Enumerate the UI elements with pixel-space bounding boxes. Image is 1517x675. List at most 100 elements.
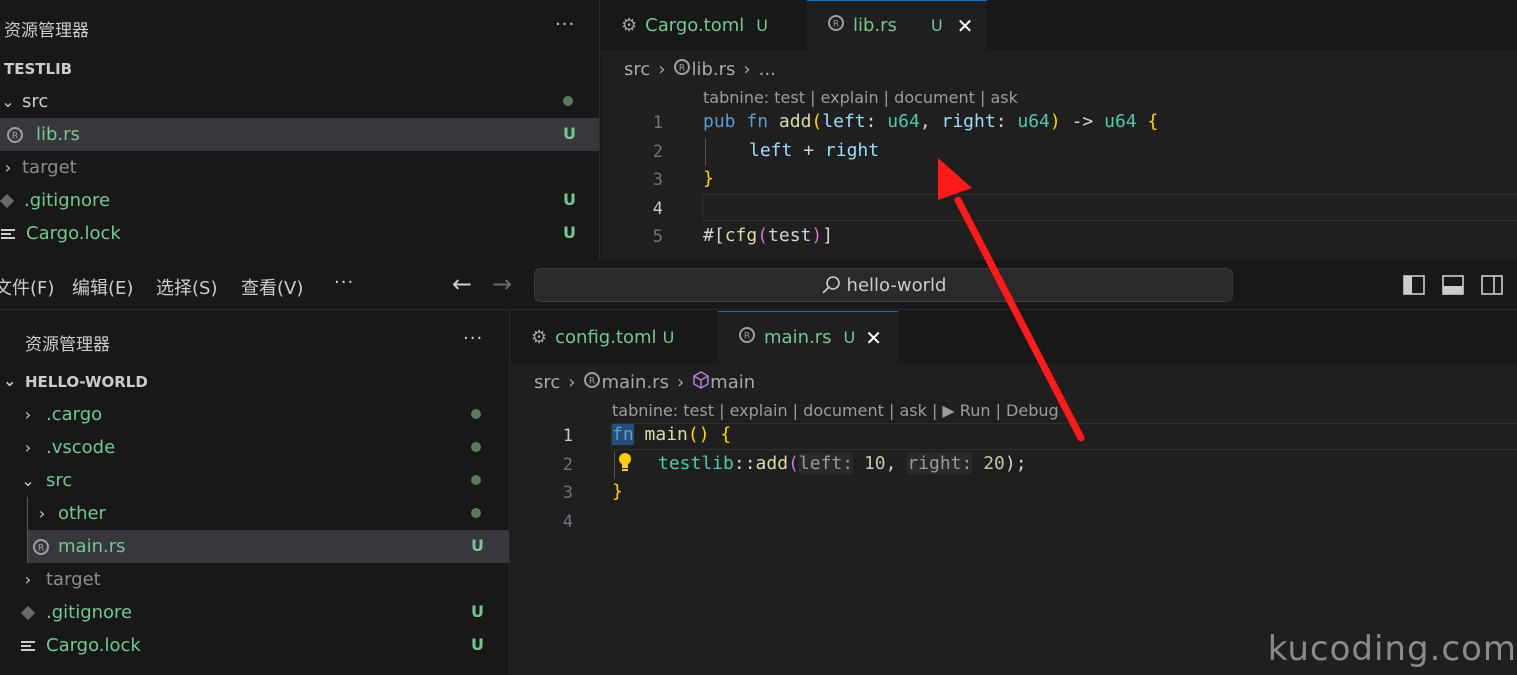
rust-file-icon: R [32, 538, 50, 556]
tree-file-gitignore[interactable]: .gitignore [20, 596, 509, 629]
attr-open: #[ [703, 225, 725, 246]
tree-item-label: target [46, 569, 101, 590]
breadcrumb-file[interactable]: lib.rs [691, 59, 735, 80]
tree-item-label: .gitignore [46, 602, 133, 623]
function-name: main [644, 424, 688, 445]
tree-item-label: .gitignore [24, 190, 111, 211]
tabnine-codelens[interactable]: tabnine: test | explain | document | ask [703, 88, 1018, 107]
tab-bar: ⚙ Cargo.toml U R lib.rs U ✕ [601, 0, 1517, 50]
project-header[interactable]: ⌄ HELLO-WORLD [3, 371, 148, 391]
keyword: pub [703, 111, 736, 132]
project-name: HELLO-WORLD [25, 373, 148, 391]
module: testlib [658, 453, 734, 474]
number: 10 [863, 453, 886, 474]
breadcrumb-symbol[interactable]: main [710, 372, 755, 393]
project-header[interactable]: TESTLIB [4, 60, 72, 78]
line-number: 3 [652, 170, 663, 190]
code-line-3[interactable]: } [703, 168, 714, 189]
code-line-2[interactable]: left + right [749, 140, 879, 161]
top-vscode-window: 资源管理器 ··· TESTLIB ⌄ src R lib.rs U › tar… [0, 0, 1517, 260]
explorer-more-button[interactable]: ··· [463, 328, 483, 349]
modified-dot [563, 96, 573, 106]
toggle-primary-sidebar-icon[interactable] [1403, 274, 1425, 296]
svg-text:R: R [12, 131, 18, 141]
tabnine-codelens[interactable]: tabnine: test | explain | document | ask… [612, 401, 1059, 420]
menu-selection[interactable]: 选择(S) [156, 274, 217, 300]
function-name: add [755, 453, 789, 474]
tree-folder-other[interactable]: › other [34, 497, 509, 530]
tab-main-rs[interactable]: R main.rs U ✕ [718, 311, 898, 363]
inlay-hint: left: [798, 453, 854, 474]
breadcrumb-file[interactable]: main.rs [601, 372, 668, 393]
modified-dot [471, 442, 481, 452]
keyword: fn [612, 424, 634, 445]
chevron-right-icon: › [658, 59, 666, 80]
tab-cargo-toml[interactable]: ⚙ Cargo.toml U [601, 0, 805, 50]
code-line-3[interactable]: } [612, 481, 623, 502]
menu-view[interactable]: 查看(V) [241, 274, 303, 300]
untracked-badge: U [471, 635, 484, 654]
tree-file-gitignore[interactable]: .gitignore [0, 184, 599, 217]
lines-file-icon [20, 637, 36, 655]
chevron-right-icon: › [38, 504, 46, 523]
tab-label: config.toml [555, 326, 657, 348]
tree-folder-target[interactable]: › target [20, 563, 509, 596]
code-line-5[interactable]: #[cfg(test)] [703, 225, 833, 246]
menu-file[interactable]: 文件(F) [0, 274, 54, 300]
search-icon [821, 275, 841, 295]
tab-config-toml[interactable]: ⚙ config.toml U [511, 311, 716, 363]
tree-file-cargo-lock[interactable]: Cargo.lock [20, 629, 509, 662]
chevron-right-icon: › [676, 372, 685, 393]
menu-edit[interactable]: 编辑(E) [72, 274, 133, 300]
tab-bar: ⚙ config.toml U R main.rs U ✕ [511, 311, 1517, 363]
tree-file-lib-rs[interactable]: R lib.rs [0, 118, 599, 151]
code-line-1[interactable]: pub fn add(left: u64, right: u64) -> u64… [703, 111, 1158, 132]
modified-dot [471, 475, 481, 485]
breadcrumb-folder[interactable]: src [534, 372, 560, 393]
menu-more-button[interactable]: ··· [334, 272, 354, 293]
function-name: add [778, 111, 812, 132]
forward-arrow-icon[interactable]: → [492, 270, 512, 298]
command-center-search[interactable]: hello-world [534, 268, 1233, 302]
lightbulb-icon[interactable] [615, 451, 635, 477]
breadcrumb-tail[interactable]: ... [759, 59, 776, 80]
tree-item-label: target [22, 157, 77, 178]
untracked-badge: U [930, 16, 943, 35]
tree-folder-src[interactable]: ⌄ src [20, 464, 509, 497]
editor-area: ⚙ Cargo.toml U R lib.rs U ✕ src › R lib.… [601, 0, 1517, 260]
lines-file-icon [0, 225, 16, 243]
watermark: kucoding.com [1267, 629, 1517, 669]
explorer-title: 资源管理器 [4, 21, 89, 41]
code-line-1[interactable]: fn main() { [612, 424, 731, 445]
tree-item-label: .vscode [46, 437, 116, 458]
path-sep: :: [733, 453, 756, 474]
close-tab-icon[interactable]: ✕ [865, 326, 882, 350]
rust-file-icon: R [6, 126, 24, 144]
breadcrumb-folder[interactable]: src [624, 59, 650, 80]
tree-folder-vscode[interactable]: › .vscode [20, 431, 509, 464]
tab-lib-rs[interactable]: R lib.rs U ✕ [807, 0, 987, 50]
back-arrow-icon[interactable]: ← [452, 270, 472, 298]
toggle-secondary-sidebar-icon[interactable] [1481, 274, 1503, 296]
line-number: 1 [562, 426, 573, 446]
svg-text:R: R [38, 543, 44, 553]
tree-file-main-rs[interactable]: R main.rs [28, 530, 509, 563]
line-number: 5 [652, 227, 663, 247]
chevron-right-icon: › [24, 438, 32, 457]
git-icon [0, 192, 14, 210]
editor-area: ⚙ config.toml U R main.rs U ✕ src › R ma… [511, 311, 1517, 675]
explorer-more-button[interactable]: ··· [555, 14, 575, 35]
tree-folder-src[interactable]: ⌄ src [0, 85, 599, 118]
untracked-badge: U [563, 190, 576, 209]
toggle-panel-icon[interactable] [1442, 274, 1464, 296]
tree-file-cargo-lock[interactable]: Cargo.lock [0, 217, 599, 250]
tree-folder-target[interactable]: › target [0, 151, 599, 184]
chevron-right-icon: › [24, 405, 32, 424]
code-line-2[interactable]: testlib::add(left: 10, right: 20); [658, 453, 1027, 474]
keyword: fn [746, 111, 769, 132]
close-tab-icon[interactable]: ✕ [957, 14, 974, 38]
operator: -> [1071, 111, 1094, 132]
title-bar: 文件(F) 编辑(E) 选择(S) 查看(V) ··· ← → hello-wo… [0, 260, 1517, 310]
number: 20 [983, 453, 1005, 474]
tree-folder-cargo[interactable]: › .cargo [20, 398, 509, 431]
